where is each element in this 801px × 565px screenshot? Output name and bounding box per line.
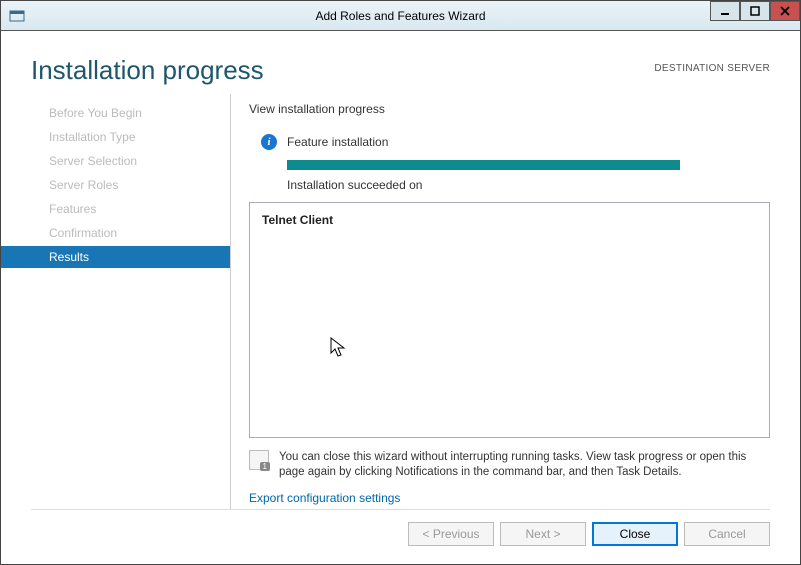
sidebar-item-confirmation: Confirmation	[31, 222, 230, 244]
wizard-sidebar: Before You Begin Installation Type Serve…	[31, 94, 231, 509]
info-icon: i	[261, 134, 277, 150]
page-title: Installation progress	[31, 55, 264, 86]
sidebar-item-installation-type: Installation Type	[31, 126, 230, 148]
wizard-content: Installation progress DESTINATION SERVER…	[1, 31, 800, 564]
button-row: < Previous Next > Close Cancel	[1, 510, 800, 564]
destination-server-label: DESTINATION SERVER	[654, 63, 770, 74]
minimize-button[interactable]	[710, 1, 740, 21]
next-button: Next >	[500, 522, 586, 546]
results-box: Telnet Client	[249, 202, 770, 438]
titlebar-buttons	[710, 1, 800, 30]
window-title: Add Roles and Features Wizard	[315, 9, 485, 23]
close-window-button[interactable]	[770, 1, 800, 21]
header-row: Installation progress DESTINATION SERVER	[1, 31, 800, 94]
previous-button: < Previous	[408, 522, 494, 546]
succeeded-text: Installation succeeded on	[287, 178, 770, 192]
sidebar-item-features: Features	[31, 198, 230, 220]
right-pane: View installation progress i Feature ins…	[231, 94, 800, 509]
export-configuration-link[interactable]: Export configuration settings	[249, 491, 770, 505]
cancel-button: Cancel	[684, 522, 770, 546]
note-row: You can close this wizard without interr…	[249, 450, 770, 481]
main-area: Before You Begin Installation Type Serve…	[1, 94, 800, 509]
flag-notification-icon	[249, 450, 269, 470]
result-item: Telnet Client	[262, 213, 757, 227]
sidebar-item-before-you-begin: Before You Begin	[31, 102, 230, 124]
app-icon	[9, 8, 25, 24]
sidebar-item-server-selection: Server Selection	[31, 150, 230, 172]
status-row: i Feature installation	[261, 134, 770, 150]
sidebar-item-server-roles: Server Roles	[31, 174, 230, 196]
progress-bar	[287, 160, 680, 170]
status-heading: Feature installation	[287, 135, 388, 149]
close-button[interactable]: Close	[592, 522, 678, 546]
view-progress-label: View installation progress	[249, 102, 770, 116]
titlebar: Add Roles and Features Wizard	[1, 1, 800, 31]
note-text: You can close this wizard without interr…	[279, 450, 770, 481]
maximize-button[interactable]	[740, 1, 770, 21]
sidebar-item-results: Results	[1, 246, 230, 268]
